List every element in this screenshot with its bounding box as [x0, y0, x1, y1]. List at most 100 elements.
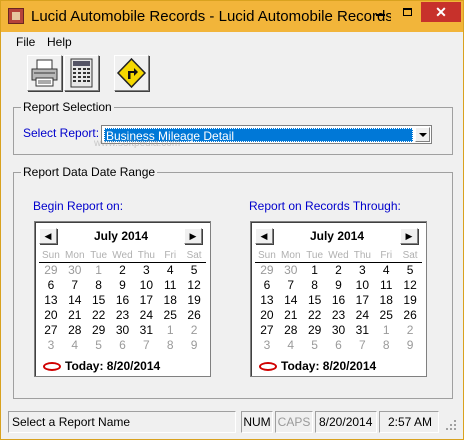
- calendar-day[interactable]: 7: [350, 338, 374, 353]
- calendar-day[interactable]: 1: [303, 263, 327, 278]
- calendar-day[interactable]: 15: [303, 293, 327, 308]
- calendar-day[interactable]: 19: [182, 293, 206, 308]
- calendar-day[interactable]: 17: [134, 293, 158, 308]
- calendar-day[interactable]: 15: [87, 293, 111, 308]
- calendar-day[interactable]: 14: [279, 293, 303, 308]
- menu-file[interactable]: File: [16, 35, 35, 49]
- calendar-day[interactable]: 4: [279, 338, 303, 353]
- calendar-day[interactable]: 27: [39, 323, 63, 338]
- calendar-day[interactable]: 7: [63, 278, 87, 293]
- calendar-day[interactable]: 11: [374, 278, 398, 293]
- calendar-day[interactable]: 2: [182, 323, 206, 338]
- close-button[interactable]: ✕: [421, 2, 461, 22]
- calendar-day[interactable]: 28: [63, 323, 87, 338]
- calendar-day[interactable]: 2: [111, 263, 135, 278]
- calendar-day[interactable]: 5: [398, 263, 422, 278]
- calendar-day[interactable]: 29: [303, 323, 327, 338]
- calendar-day[interactable]: 21: [63, 308, 87, 323]
- calendar-day[interactable]: 10: [134, 278, 158, 293]
- calendar-day[interactable]: 4: [63, 338, 87, 353]
- calendar-day[interactable]: 3: [350, 263, 374, 278]
- calendar-day[interactable]: 14: [63, 293, 87, 308]
- calendar-day[interactable]: 3: [39, 338, 63, 353]
- minimize-button[interactable]: [367, 2, 393, 22]
- calendar-day[interactable]: 20: [255, 308, 279, 323]
- calendar-day[interactable]: 29: [87, 323, 111, 338]
- calendar-day[interactable]: 6: [255, 278, 279, 293]
- calendar-day[interactable]: 4: [374, 263, 398, 278]
- calendar-day[interactable]: 16: [111, 293, 135, 308]
- next-month-button[interactable]: ▶: [400, 228, 418, 244]
- today-link[interactable]: Today: 8/20/2014: [259, 359, 376, 373]
- calendar-day[interactable]: 9: [182, 338, 206, 353]
- calendar-day[interactable]: 10: [350, 278, 374, 293]
- calendar-day[interactable]: 5: [303, 338, 327, 353]
- calendar-day[interactable]: 25: [158, 308, 182, 323]
- calendar-day[interactable]: 27: [255, 323, 279, 338]
- calendar-day[interactable]: 30: [327, 323, 351, 338]
- calendar-day[interactable]: 22: [87, 308, 111, 323]
- calendar-day[interactable]: 31: [350, 323, 374, 338]
- calendar-day[interactable]: 31: [134, 323, 158, 338]
- calendar-day[interactable]: 18: [158, 293, 182, 308]
- calendar-day[interactable]: 21: [279, 308, 303, 323]
- prev-month-button[interactable]: ◀: [39, 228, 57, 244]
- calendar-month[interactable]: July 2014: [277, 229, 397, 243]
- calendar-day[interactable]: 7: [134, 338, 158, 353]
- calendar-day[interactable]: 8: [303, 278, 327, 293]
- calendar-day[interactable]: 3: [134, 263, 158, 278]
- calendar-day[interactable]: 19: [398, 293, 422, 308]
- calendar-day[interactable]: 9: [398, 338, 422, 353]
- report-button[interactable]: [64, 55, 99, 91]
- prev-month-button[interactable]: ◀: [255, 228, 273, 244]
- calendar-day[interactable]: 12: [398, 278, 422, 293]
- calendar-day[interactable]: 17: [350, 293, 374, 308]
- begin-calendar[interactable]: ◀ July 2014 ▶ Sun Mon Tue Wed Thu Fri Sat 29 30…: [34, 221, 211, 377]
- resize-grip-icon[interactable]: [445, 419, 457, 431]
- report-dropdown[interactable]: Business Mileage Detail: [101, 125, 432, 144]
- calendar-day[interactable]: 23: [111, 308, 135, 323]
- calendar-day[interactable]: 5: [87, 338, 111, 353]
- calendar-day[interactable]: 11: [158, 278, 182, 293]
- calendar-day[interactable]: 24: [134, 308, 158, 323]
- menu-help[interactable]: Help: [47, 35, 72, 49]
- print-button[interactable]: [27, 55, 62, 91]
- calendar-day[interactable]: 20: [39, 308, 63, 323]
- calendar-month[interactable]: July 2014: [61, 229, 181, 243]
- calendar-day[interactable]: 8: [374, 338, 398, 353]
- calendar-day[interactable]: 16: [327, 293, 351, 308]
- today-link[interactable]: Today: 8/20/2014: [43, 359, 160, 373]
- calendar-day[interactable]: 2: [398, 323, 422, 338]
- calendar-day[interactable]: 2: [327, 263, 351, 278]
- calendar-day[interactable]: 13: [255, 293, 279, 308]
- calendar-day[interactable]: 26: [182, 308, 206, 323]
- calendar-day[interactable]: 9: [111, 278, 135, 293]
- dropdown-arrow-icon[interactable]: [415, 127, 430, 142]
- calendar-day[interactable]: 28: [279, 323, 303, 338]
- calendar-day[interactable]: 8: [87, 278, 111, 293]
- calendar-day[interactable]: 29: [255, 263, 279, 278]
- app-icon[interactable]: [8, 8, 24, 24]
- calendar-day[interactable]: 23: [327, 308, 351, 323]
- calendar-day[interactable]: 18: [374, 293, 398, 308]
- calendar-day[interactable]: 7: [279, 278, 303, 293]
- calendar-day[interactable]: 13: [39, 293, 63, 308]
- calendar-day[interactable]: 5: [182, 263, 206, 278]
- calendar-day[interactable]: 8: [158, 338, 182, 353]
- calendar-day[interactable]: 25: [374, 308, 398, 323]
- next-month-button[interactable]: ▶: [184, 228, 202, 244]
- calendar-day[interactable]: 24: [350, 308, 374, 323]
- calendar-day[interactable]: 1: [374, 323, 398, 338]
- calendar-day[interactable]: 12: [182, 278, 206, 293]
- maximize-button[interactable]: [394, 2, 420, 22]
- calendar-day[interactable]: 6: [327, 338, 351, 353]
- calendar-day[interactable]: 1: [87, 263, 111, 278]
- calendar-day[interactable]: 30: [111, 323, 135, 338]
- calendar-day[interactable]: 6: [39, 278, 63, 293]
- calendar-day[interactable]: 29: [39, 263, 63, 278]
- exit-button[interactable]: [114, 55, 149, 91]
- calendar-day[interactable]: 1: [158, 323, 182, 338]
- calendar-day[interactable]: 26: [398, 308, 422, 323]
- calendar-day[interactable]: 6: [111, 338, 135, 353]
- calendar-day[interactable]: 4: [158, 263, 182, 278]
